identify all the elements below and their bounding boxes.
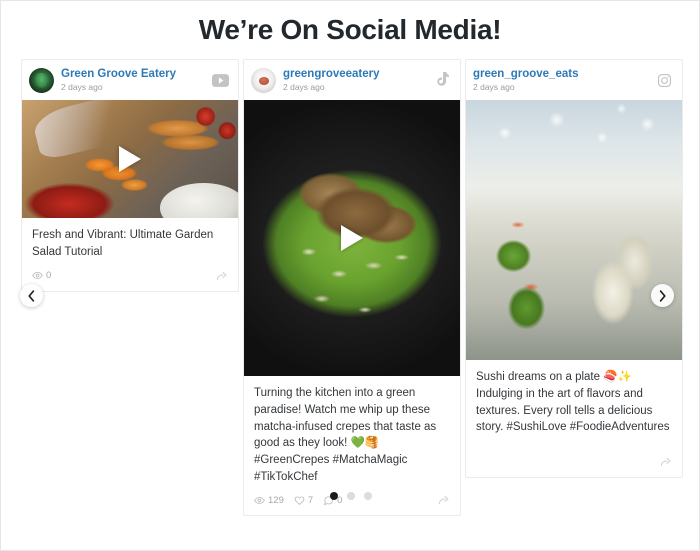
post-stats: [466, 436, 682, 477]
share-icon[interactable]: [216, 270, 228, 282]
carousel-dot-1[interactable]: [330, 492, 338, 501]
account-handle-link[interactable]: Green Groove Eatery: [61, 68, 204, 81]
social-feed-widget: We’re On Social Media! Green Groove Eate…: [0, 0, 700, 551]
youtube-icon: [211, 71, 229, 89]
card-body: Turning the kitchen into a green paradis…: [244, 376, 460, 485]
tiktok-icon: [433, 71, 451, 89]
account-handle-link[interactable]: greengroveeatery: [283, 68, 426, 81]
post-caption: Sushi dreams on a plate 🍣✨ Indulging in …: [476, 371, 670, 434]
account-handle-link[interactable]: green_groove_eats: [473, 68, 648, 81]
social-card-instagram[interactable]: green_groove_eats 2 days ago Sushi dream…: [465, 59, 683, 479]
play-button-icon[interactable]: [341, 225, 363, 252]
post-media[interactable]: [466, 100, 682, 361]
post-stats: 0: [22, 261, 238, 291]
post-caption: Turning the kitchen into a green paradis…: [254, 387, 437, 483]
post-caption: Fresh and Vibrant: Ultimate Garden Salad…: [32, 229, 214, 259]
post-media[interactable]: [244, 100, 460, 377]
social-card-youtube[interactable]: Green Groove Eatery 2 days ago Fresh and…: [21, 59, 239, 292]
page-title: We’re On Social Media!: [198, 14, 502, 45]
carousel-dot-2[interactable]: [347, 492, 355, 501]
card-header: Green Groove Eatery 2 days ago: [22, 60, 238, 100]
card-body: Fresh and Vibrant: Ultimate Garden Salad…: [22, 218, 238, 260]
play-button-icon[interactable]: [119, 146, 141, 173]
post-timestamp: 2 days ago: [473, 81, 515, 92]
eye-icon: [32, 270, 43, 281]
post-timestamp: 2 days ago: [283, 81, 325, 92]
carousel-track: Green Groove Eatery 2 days ago Fresh and…: [21, 59, 683, 517]
card-header: greengroveeatery 2 days ago: [244, 60, 460, 100]
post-stats: 129 7 0: [244, 485, 460, 515]
avatar: [251, 67, 276, 93]
post-media[interactable]: [22, 100, 238, 219]
card-header: green_groove_eats 2 days ago: [466, 60, 682, 100]
carousel-dot-3[interactable]: [364, 492, 372, 501]
post-image: [466, 100, 682, 361]
post-timestamp: 2 days ago: [61, 81, 103, 92]
avatar: [29, 67, 54, 93]
carousel-pagination: [1, 492, 700, 501]
card-header-text: Green Groove Eatery 2 days ago: [61, 68, 204, 94]
social-card-tiktok[interactable]: greengroveeatery 2 days ago Turning the …: [243, 59, 461, 517]
view-count-value: 0: [46, 270, 52, 282]
card-header-text: green_groove_eats 2 days ago: [473, 68, 648, 94]
instagram-icon: [655, 71, 673, 89]
view-count: 0: [32, 270, 51, 281]
card-header-text: greengroveeatery 2 days ago: [283, 68, 426, 94]
card-body: Sushi dreams on a plate 🍣✨ Indulging in …: [466, 360, 682, 436]
social-carousel: Green Groove Eatery 2 days ago Fresh and…: [1, 59, 700, 517]
share-icon[interactable]: [660, 456, 672, 468]
